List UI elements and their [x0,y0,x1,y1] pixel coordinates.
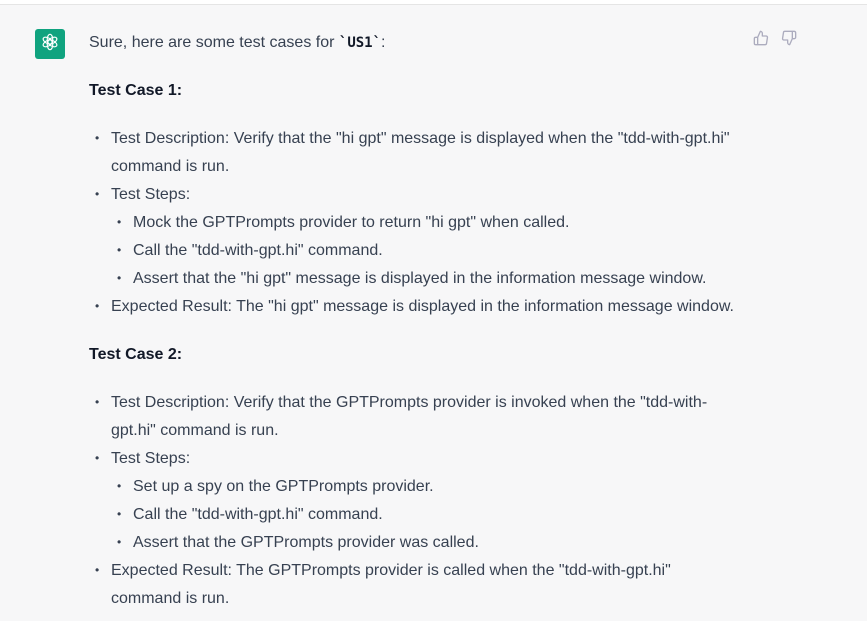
test-description: Test Description: Verify that the GPTPro… [111,394,708,411]
list-item: Set up a spy on the GPTPrompts provider. [111,472,749,501]
test-step: Assert that the GPTPrompts provider was … [133,534,479,551]
thumbs-up-icon [753,30,769,51]
list-item: Expected Result: The GPTPrompts provider… [89,556,749,613]
test-case-list: Test Description: Verify that the "hi gp… [89,124,749,321]
expected-result-cont: command is run. [111,590,230,607]
test-case-list: Test Description: Verify that the GPTPro… [89,388,749,613]
list-item: Test Description: Verify that the "hi gp… [89,124,749,181]
intro-text: Sure, here are some test cases for `US1`… [89,29,749,57]
thumbs-up-button[interactable] [752,30,770,51]
list-item: Assert that the "hi gpt" message is disp… [111,264,749,293]
test-case-title: Test Case 1: [89,82,183,99]
thumbs-down-button[interactable] [780,30,798,51]
list-item: Test Description: Verify that the GPTPro… [89,388,749,445]
expected-result: Expected Result: The GPTPrompts provider… [111,562,671,579]
test-steps-list: Mock the GPTPrompts provider to return "… [111,208,749,293]
intro-suffix: : [381,34,386,51]
test-step: Call the "tdd-with-gpt.hi" command. [133,242,383,259]
thumbs-down-icon [781,30,797,51]
list-item: Test Steps: Set up a spy on the GPTPromp… [89,444,749,557]
test-steps-label: Test Steps: [111,450,191,467]
test-step: Call the "tdd-with-gpt.hi" command. [133,506,383,523]
expected-result: Expected Result: The "hi gpt" message is… [111,298,734,315]
message-content: Sure, here are some test cases for `US1`… [89,29,749,613]
test-case-title: Test Case 2: [89,346,183,363]
inline-code: `US1` [338,35,382,51]
list-item: Call the "tdd-with-gpt.hi" command. [111,500,749,529]
test-step: Set up a spy on the GPTPrompts provider. [133,478,434,495]
assistant-avatar [35,29,65,59]
test-steps-label: Test Steps: [111,186,191,203]
test-description-cont: gpt.hi" command is run. [111,422,279,439]
test-steps-list: Set up a spy on the GPTPrompts provider.… [111,472,749,557]
intro-prefix: Sure, here are some test cases for [89,34,339,51]
test-description-cont: command is run. [111,158,230,175]
test-step: Assert that the "hi gpt" message is disp… [133,270,707,287]
list-item: Call the "tdd-with-gpt.hi" command. [111,236,749,265]
assistant-message: Sure, here are some test cases for `US1`… [0,4,867,621]
list-item: Expected Result: The "hi gpt" message is… [89,292,749,321]
list-item: Test Steps: Mock the GPTPrompts provider… [89,180,749,293]
test-step: Mock the GPTPrompts provider to return "… [133,214,570,231]
test-description: Test Description: Verify that the "hi gp… [111,130,730,147]
feedback-buttons [752,30,798,51]
list-item: Mock the GPTPrompts provider to return "… [111,208,749,237]
openai-logo-icon [40,32,60,57]
list-item: Assert that the GPTPrompts provider was … [111,528,749,557]
